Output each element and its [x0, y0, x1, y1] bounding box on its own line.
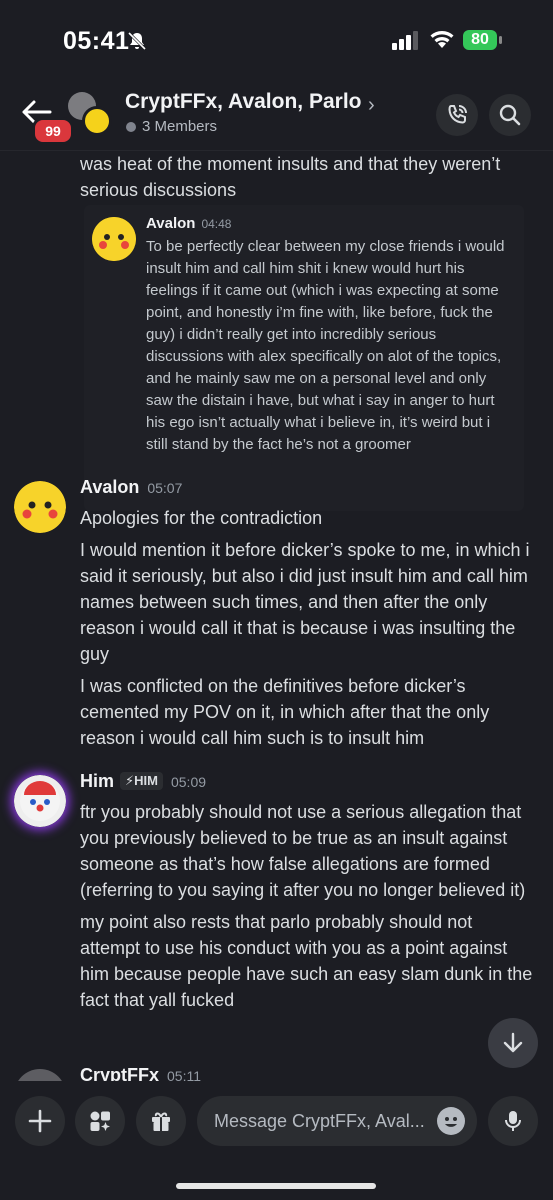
- group-avatar[interactable]: [68, 92, 114, 138]
- quote-text: To be perfectly clear between my close f…: [146, 238, 505, 453]
- gift-icon: [152, 1112, 170, 1131]
- member-count: 3 Members: [126, 118, 217, 135]
- status-time: 05:41: [63, 27, 130, 55]
- quote-author-name: Avalon: [146, 215, 196, 232]
- message-paragraph: my point also rests that parlo probably …: [80, 912, 533, 1010]
- message-paragraph: Apologies for the contradiction: [80, 508, 323, 528]
- avatar-cryptffx[interactable]: [14, 1069, 66, 1081]
- role-tag: ⚡HIM: [120, 772, 163, 790]
- message-paragraph: ftr you probably should not use a seriou…: [80, 802, 526, 900]
- home-indicator[interactable]: [176, 1183, 376, 1189]
- gift-button[interactable]: [136, 1096, 186, 1146]
- author-name[interactable]: Him: [80, 771, 114, 791]
- arrow-down-icon: [503, 1032, 523, 1053]
- avatar-avalon-small: [82, 106, 112, 136]
- battery-level: 80: [463, 30, 497, 50]
- call-button[interactable]: [436, 94, 478, 136]
- message-author[interactable]: Him ⚡HIM 05:09: [80, 771, 206, 792]
- message-timestamp: 05:09: [170, 774, 207, 790]
- message-timestamp: 05:11: [167, 1068, 202, 1081]
- message-timestamp: 05:07: [147, 480, 183, 496]
- message-paragraph: I would mention it before dicker’s spoke…: [80, 540, 530, 664]
- message-author[interactable]: CryptFFx 05:11: [80, 1065, 201, 1081]
- message-continuation: was heat of the moment insults and that …: [80, 154, 501, 200]
- message-group: Avalon 05:07 Apologies for the contradict…: [0, 477, 553, 748]
- emoji-icon[interactable]: [437, 1107, 465, 1135]
- message-body: Apologies for the contradiction I would …: [80, 505, 535, 757]
- channel-title[interactable]: CryptFFx, Avalon, Parlo: [125, 90, 362, 114]
- apps-icon: [90, 1111, 110, 1131]
- channel-header: 99 CryptFFx, Avalon, Parlo › 3 Members: [0, 80, 553, 151]
- message-body: ftr you probably should not use a seriou…: [80, 799, 535, 1019]
- avatar-him[interactable]: [14, 775, 66, 827]
- battery-indicator: 80: [463, 30, 503, 52]
- message-input-placeholder: Message CryptFFx, Aval...: [214, 1111, 425, 1131]
- wifi-icon: [430, 31, 454, 48]
- phone-call-icon: [448, 105, 467, 124]
- avatar-avalon[interactable]: [14, 481, 66, 533]
- chevron-right-icon[interactable]: ›: [368, 94, 375, 117]
- apps-button[interactable]: [75, 1096, 125, 1146]
- message-group: Him ⚡HIM 05:09 ftr you probably should not…: [0, 771, 553, 1061]
- search-button[interactable]: [489, 94, 531, 136]
- battery-tip: [499, 36, 502, 44]
- cellular-signal-icon: [392, 31, 418, 50]
- quoted-message[interactable]: Avalon 04:48 To be perfectly clear betwee…: [84, 205, 524, 511]
- message-group: CryptFFx 05:11: [0, 1065, 553, 1081]
- author-name[interactable]: CryptFFx: [80, 1065, 159, 1081]
- status-bar: 05:41 80: [0, 0, 553, 80]
- quote-author: Avalon 04:48: [146, 215, 231, 232]
- plus-icon: [28, 1109, 52, 1133]
- search-icon: [499, 104, 521, 126]
- author-name[interactable]: Avalon: [80, 477, 139, 497]
- message-author[interactable]: Avalon 05:07: [80, 477, 182, 498]
- bell-muted-icon: [127, 31, 147, 51]
- scroll-to-bottom-button[interactable]: [488, 1018, 538, 1068]
- message-input[interactable]: Message CryptFFx, Aval...: [197, 1096, 477, 1146]
- add-attachment-button[interactable]: [15, 1096, 65, 1146]
- microphone-icon: [505, 1111, 521, 1131]
- avatar-avalon-quote: [92, 217, 136, 261]
- voice-message-button[interactable]: [488, 1096, 538, 1146]
- status-dot: [126, 122, 136, 132]
- message-paragraph: I was conflicted on the definitives befo…: [80, 676, 490, 748]
- message-list[interactable]: was heat of the moment insults and that …: [0, 151, 553, 1081]
- quote-timestamp: 04:48: [201, 217, 232, 231]
- member-count-label: 3 Members: [142, 118, 218, 135]
